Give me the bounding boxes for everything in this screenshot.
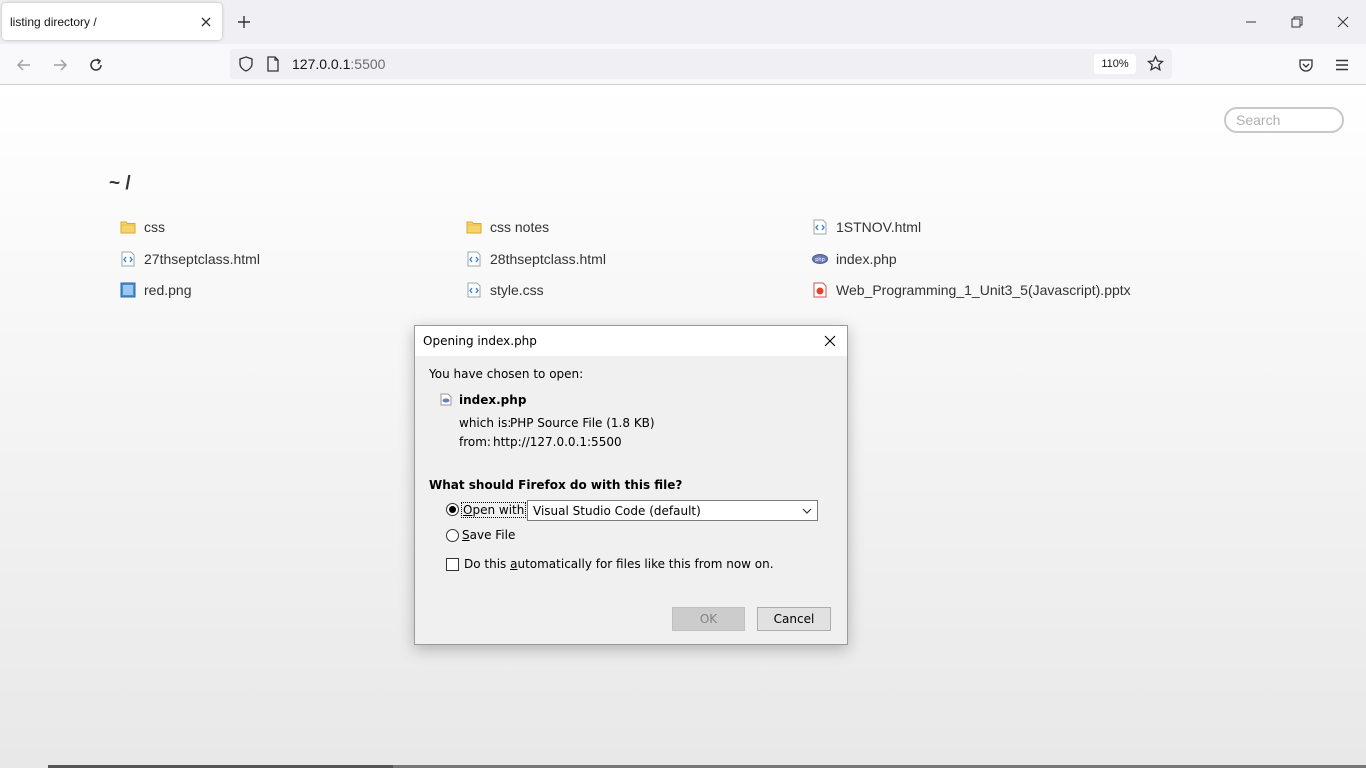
- file-name: Web_Programming_1_Unit3_5(Javascript).pp…: [836, 282, 1131, 298]
- php-file-icon: php: [812, 254, 828, 264]
- url-bar[interactable]: 127.0.0.1:5500 110%: [230, 49, 1172, 79]
- forward-button[interactable]: [47, 52, 73, 78]
- dialog-file-name: index.php: [459, 393, 527, 407]
- file-name: index.php: [836, 251, 897, 267]
- chosen-label: You have chosen to open:: [429, 367, 584, 381]
- menu-hamburger-icon[interactable]: [1329, 52, 1355, 78]
- folder-icon: [466, 221, 482, 234]
- zoom-level-badge[interactable]: 110%: [1094, 54, 1136, 74]
- tab-strip: listing directory /: [0, 0, 1366, 44]
- directory-heading: ~ /: [109, 173, 131, 194]
- url-text[interactable]: 127.0.0.1:5500: [292, 56, 385, 72]
- navigation-toolbar: 127.0.0.1:5500 110%: [0, 44, 1366, 85]
- chevron-down-icon: [802, 508, 812, 514]
- auto-text-rest: utomatically for files like this from no…: [517, 557, 774, 571]
- file-name: 28thseptclass.html: [490, 251, 606, 267]
- open-with-app-select[interactable]: Visual Studio Code (default): [527, 500, 818, 521]
- tab-title: listing directory /: [10, 14, 97, 29]
- file-item-27thseptclass-html[interactable]: 27thseptclass.html: [120, 247, 260, 271]
- file-item-css-notes[interactable]: css notes: [466, 215, 549, 239]
- file-item-1stnov-html[interactable]: 1STNOV.html: [812, 215, 921, 239]
- file-item-red-png[interactable]: red.png: [120, 278, 191, 302]
- php-file-icon: [440, 393, 452, 406]
- open-with-radio[interactable]: [446, 503, 459, 516]
- dialog-title: Opening index.php: [423, 334, 537, 348]
- shield-icon[interactable]: [238, 56, 254, 75]
- folder-icon: [120, 221, 136, 234]
- auto-label[interactable]: Do this automatically for files like thi…: [464, 557, 774, 571]
- url-port: :5500: [350, 56, 386, 72]
- file-item-css[interactable]: css: [120, 215, 165, 239]
- dialog-question: What should Firefox do with this file?: [429, 478, 683, 492]
- dialog-close-icon[interactable]: [821, 332, 839, 350]
- save-file-label[interactable]: Save File: [462, 528, 515, 542]
- open-file-dialog: Opening index.php You have chosen to ope…: [414, 325, 848, 645]
- image-file-icon: [120, 282, 136, 298]
- reload-button[interactable]: [83, 52, 109, 78]
- which-is-label: which is:: [459, 416, 512, 430]
- file-name: style.css: [490, 282, 544, 298]
- close-window-icon[interactable]: [1331, 10, 1355, 34]
- code-file-icon: [813, 219, 827, 235]
- tab-close-icon[interactable]: [198, 14, 214, 30]
- auto-checkbox[interactable]: [446, 558, 459, 571]
- dialog-title-bar: Opening index.php: [415, 326, 847, 356]
- new-tab-button[interactable]: [234, 12, 254, 32]
- pptx-file-icon: [813, 282, 827, 298]
- back-button[interactable]: [11, 52, 37, 78]
- from-value: http://127.0.0.1:5500: [493, 435, 622, 449]
- file-name: red.png: [144, 282, 192, 298]
- auto-text-pre: Do this: [464, 557, 511, 571]
- file-item-28thseptclass-html[interactable]: 28thseptclass.html: [466, 247, 606, 271]
- cancel-button[interactable]: Cancel: [757, 607, 831, 631]
- save-text: ave File: [469, 528, 516, 542]
- save-accesskey: S: [462, 528, 470, 542]
- minimize-icon[interactable]: [1239, 10, 1263, 34]
- url-host: 127.0.0.1: [292, 56, 351, 72]
- which-is-value: PHP Source File (1.8 KB): [510, 416, 655, 430]
- svg-text:php: php: [815, 257, 825, 263]
- file-item-web-programming-pptx[interactable]: Web_Programming_1_Unit3_5(Javascript).pp…: [812, 278, 1131, 302]
- code-file-icon: [467, 251, 481, 267]
- file-item-style-css[interactable]: style.css: [466, 278, 544, 302]
- pocket-icon[interactable]: [1293, 52, 1319, 78]
- code-file-icon: [467, 282, 481, 298]
- tab-listing-directory[interactable]: listing directory /: [2, 3, 222, 40]
- file-name: 27thseptclass.html: [144, 251, 260, 267]
- open-with-label[interactable]: Open with: [461, 502, 527, 518]
- open-with-app-value: Visual Studio Code (default): [533, 503, 701, 518]
- page-icon[interactable]: [266, 56, 280, 75]
- restore-icon[interactable]: [1285, 10, 1309, 34]
- file-name: css notes: [490, 219, 550, 235]
- file-name: css: [144, 219, 165, 235]
- file-item-index-php[interactable]: php index.php: [812, 247, 897, 271]
- ok-button[interactable]: OK: [672, 607, 745, 631]
- search-input[interactable]: [1224, 107, 1344, 133]
- save-file-radio[interactable]: [446, 529, 459, 542]
- code-file-icon: [121, 251, 135, 267]
- bookmark-star-icon[interactable]: [1146, 54, 1165, 75]
- from-label: from:: [459, 435, 491, 449]
- open-with-text: pen with: [472, 503, 525, 517]
- file-name: 1STNOV.html: [836, 219, 922, 235]
